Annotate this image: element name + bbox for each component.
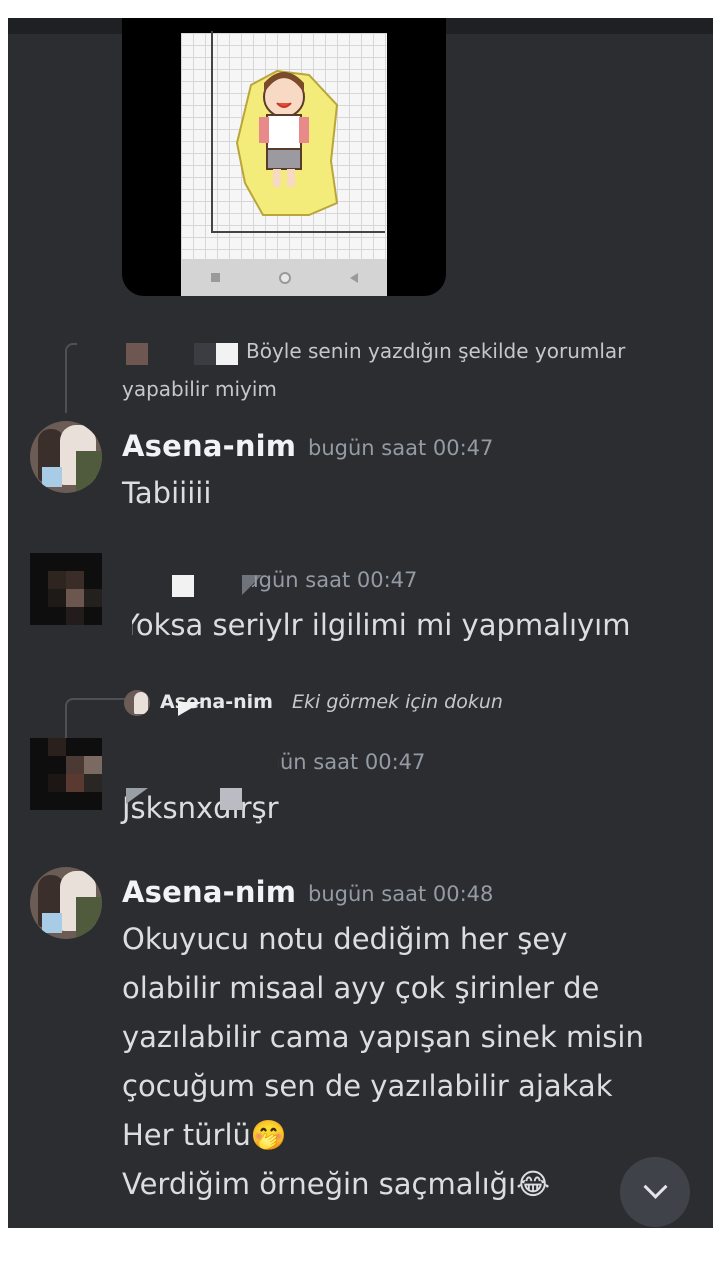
android-nav-bar bbox=[181, 259, 387, 296]
drawing-image bbox=[181, 31, 387, 259]
message-line: çocuğum sen de yazılabilir ajakak bbox=[122, 1069, 613, 1103]
message-text: Okuyucu notu dediğim her şey olabilir mi… bbox=[122, 915, 644, 1209]
reply-preview-text-cont[interactable]: yapabilir miyim bbox=[122, 377, 277, 401]
reply-attachment-hint[interactable]: Eki görmek için dokun bbox=[292, 691, 503, 713]
back-icon bbox=[349, 272, 358, 283]
avatar[interactable] bbox=[30, 738, 102, 810]
author-name[interactable]: Asena-nim bbox=[122, 429, 296, 463]
message-text: Yoksa seriylr ilgilimi mi yapmalıyım bbox=[122, 608, 631, 642]
timestamp: bugün saat 00:47 bbox=[240, 750, 426, 774]
avatar[interactable] bbox=[30, 421, 102, 493]
scroll-to-bottom-button[interactable] bbox=[620, 1157, 690, 1227]
message-line: Okuyucu notu dediğim her şey bbox=[122, 922, 568, 956]
message-text: Tabiiiii bbox=[122, 476, 212, 510]
avatar[interactable] bbox=[30, 553, 102, 625]
recents-icon bbox=[210, 273, 220, 282]
home-icon bbox=[278, 271, 291, 284]
chevron-down-icon bbox=[642, 1174, 668, 1199]
cartoon-girl-illustration bbox=[235, 69, 339, 216]
message-line: olabilir misaal ayy çok şirinler de bbox=[122, 971, 600, 1005]
image-attachment[interactable] bbox=[122, 18, 446, 296]
chat-view: Böyle senin yazdığın şekilde yorumlar ya… bbox=[8, 18, 713, 1228]
reply-connector bbox=[65, 343, 77, 413]
timestamp: bugün saat 00:48 bbox=[308, 882, 494, 906]
message-line: Her türlü🤭 bbox=[122, 1118, 288, 1152]
reply-author[interactable]: Asena-nim bbox=[160, 691, 273, 713]
avatar[interactable] bbox=[30, 867, 102, 939]
reply-avatar bbox=[124, 690, 150, 716]
reply-connector bbox=[65, 698, 127, 740]
timestamp: bugün saat 00:47 bbox=[308, 436, 494, 460]
message-line: yazılabilir cama yapışan sinek misin bbox=[122, 1020, 644, 1054]
reply-preview-text[interactable]: Böyle senin yazdığın şekilde yorumlar bbox=[246, 339, 625, 363]
timestamp: bugün saat 00:47 bbox=[232, 568, 418, 592]
author-name[interactable]: Asena-nim bbox=[122, 875, 296, 909]
message-line: Verdiğim örneğin saçmalığı😂 bbox=[122, 1167, 550, 1201]
